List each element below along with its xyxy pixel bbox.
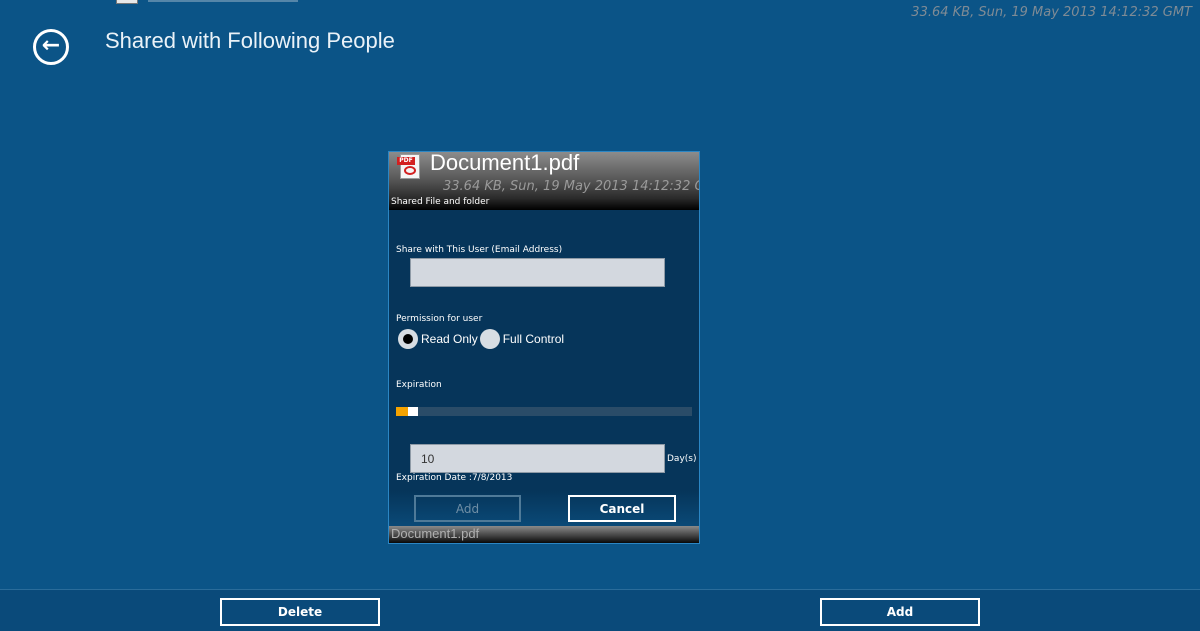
dialog-file-meta: 33.64 KB, Sun, 19 May 2013 14:12:32 GMT — [443, 179, 700, 194]
dialog-actions: Add Cancel — [389, 491, 699, 527]
slider-thumb[interactable] — [408, 407, 418, 416]
add-button[interactable]: Add — [820, 598, 980, 626]
expiration-date: Expiration Date :7/8/2013 — [396, 473, 513, 483]
days-unit: Day(s) — [667, 454, 697, 464]
dialog-footer-filename: Document1.pdf — [391, 526, 480, 541]
page-title: Shared with Following People — [105, 28, 395, 53]
app-bar: Delete Add — [0, 589, 1200, 631]
days-input[interactable] — [410, 444, 665, 473]
slider-fill — [396, 407, 408, 416]
radio-label-read-only: Read Only — [421, 332, 478, 346]
cropped-title — [148, 0, 298, 2]
dialog-add-button[interactable]: Add — [414, 495, 521, 522]
delete-button[interactable]: Delete — [220, 598, 380, 626]
pdf-file-icon: PDF — [397, 154, 420, 179]
email-label: Share with This User (Email Address) — [396, 245, 563, 255]
radio-circle-selected — [398, 329, 418, 349]
dialog-cancel-button[interactable]: Cancel — [568, 495, 676, 522]
email-input[interactable] — [410, 258, 665, 287]
expiration-label: Expiration — [396, 380, 442, 390]
radio-label-full-control: Full Control — [502, 332, 565, 346]
share-dialog: PDF Document1.pdf 33.64 KB, Sun, 19 May … — [388, 151, 700, 544]
back-button[interactable]: ← — [33, 29, 69, 65]
radio-circle-unselected — [479, 329, 500, 349]
file-meta: 33.64 KB, Sun, 19 May 2013 14:12:32 GMT — [911, 5, 1192, 20]
dialog-footer: Document1.pdf — [389, 526, 699, 543]
arrow-left-icon: ← — [41, 33, 61, 58]
permission-label: Permission for user — [396, 314, 483, 324]
permission-radio-group: Read Only Full Control — [398, 329, 566, 349]
dialog-filename: Document1.pdf — [430, 151, 580, 175]
dialog-header: PDF Document1.pdf 33.64 KB, Sun, 19 May … — [389, 152, 699, 210]
radio-full-control[interactable]: Full Control — [479, 329, 565, 349]
file-icon — [116, 0, 138, 4]
expiration-slider[interactable] — [396, 407, 692, 416]
radio-read-only[interactable]: Read Only — [398, 329, 478, 349]
dialog-caption: Shared File and folder — [391, 197, 490, 207]
